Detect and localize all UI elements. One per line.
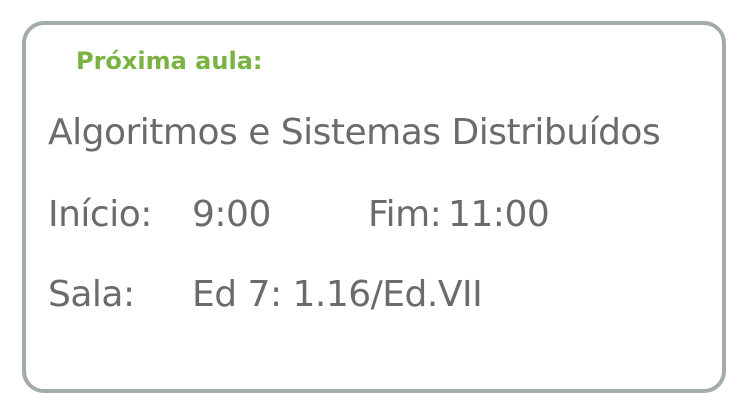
room-label: Sala:	[48, 274, 135, 315]
next-class-heading: Próxima aula:	[76, 47, 263, 75]
end-time-label: Fim:	[368, 194, 442, 235]
start-time-label: Início:	[48, 194, 152, 235]
start-time-value: 9:00	[192, 194, 271, 235]
next-class-card[interactable]: Próxima aula: Algoritmos e Sistemas Dist…	[22, 21, 726, 393]
end-time-value: 11:00	[448, 194, 550, 235]
course-name: Algoritmos e Sistemas Distribuídos	[48, 112, 661, 153]
room-value: Ed 7: 1.16/Ed.VII	[192, 274, 483, 315]
